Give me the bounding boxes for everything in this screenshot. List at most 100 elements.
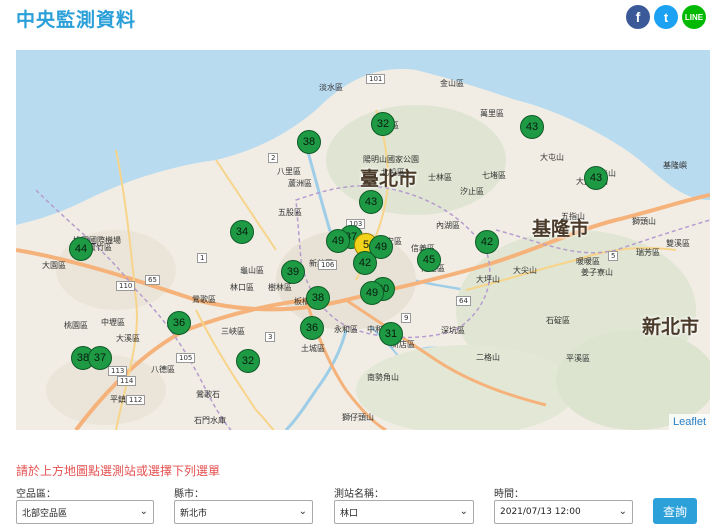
place-label: 姜子寮山	[581, 268, 613, 277]
chevron-down-icon: ⌄	[298, 506, 307, 517]
county-label: 縣市：	[174, 489, 204, 500]
place-label: 永和區	[334, 325, 358, 334]
station-name-select[interactable]: 林口 ⌄	[334, 500, 474, 524]
place-label: 鶯歌區	[192, 295, 216, 304]
station-marker[interactable]: 42	[475, 230, 499, 254]
place-label: 獅頭山	[632, 217, 656, 226]
place-label: 中壢區	[101, 318, 125, 327]
road-number-label: 65	[145, 275, 160, 285]
place-label: 大坪山	[476, 275, 500, 284]
station-marker[interactable]: 45	[417, 248, 441, 272]
place-label: 二格山	[476, 353, 500, 362]
place-label: 八里區	[277, 167, 301, 176]
place-label: 萬里區	[480, 109, 504, 118]
station-name-value: 林口	[340, 508, 359, 519]
air-quality-zone-value: 北部空品區	[22, 508, 68, 519]
place-label: 蘆洲區	[288, 179, 312, 188]
air-quality-zone-select[interactable]: 北部空品區 ⌄	[16, 500, 154, 524]
place-label: 石碇區	[546, 316, 570, 325]
station-name-label: 測站名稱：	[334, 489, 384, 500]
place-label: 瑞芳區	[636, 248, 660, 257]
time-label: 時間：	[494, 489, 524, 500]
place-label: 土城區	[301, 344, 325, 353]
road-number-label: 113	[108, 366, 128, 376]
station-marker[interactable]: 38	[306, 286, 330, 310]
station-marker[interactable]: 43	[359, 190, 383, 214]
road-number-label: 110	[116, 281, 136, 291]
place-label: 林口區	[230, 283, 254, 292]
station-marker[interactable]: 36	[300, 316, 324, 340]
line-share-button[interactable]: LINE	[682, 5, 706, 29]
place-label: 北投區	[381, 168, 405, 177]
chevron-down-icon: ⌄	[139, 506, 148, 517]
place-label: 基隆嶼	[663, 161, 687, 170]
place-label: 汐止區	[460, 187, 484, 196]
place-label: 石門水庫	[194, 416, 226, 425]
place-label: 士林區	[428, 173, 452, 182]
place-label: 獅仔頭山	[342, 413, 374, 422]
place-label: 五股區	[278, 208, 302, 217]
leaflet-attribution[interactable]: Leaflet	[668, 414, 710, 430]
page-title: 中央監測資料	[16, 9, 137, 31]
instruction-text: 請於上方地圖點選測站或選擇下列選單	[16, 464, 221, 478]
place-label: 七堵區	[482, 171, 506, 180]
station-name-field: 測站名稱： 林口 ⌄	[334, 485, 474, 524]
air-quality-zone-field: 空品區： 北部空品區 ⌄	[16, 485, 154, 524]
place-label: 暖暖區	[576, 257, 600, 266]
county-value: 新北市	[180, 508, 208, 519]
city-label: 新北市	[642, 316, 700, 338]
station-marker[interactable]: 49	[326, 229, 350, 253]
road-number-label: 5	[608, 251, 619, 261]
station-marker[interactable]: 49	[360, 281, 384, 305]
place-label: 大園區	[42, 261, 66, 270]
station-marker[interactable]: 36	[167, 311, 191, 335]
county-field: 縣市： 新北市 ⌄	[174, 485, 313, 524]
place-label: 雙溪區	[666, 239, 690, 248]
place-label: 大屯山	[540, 153, 564, 162]
station-marker[interactable]: 39	[281, 260, 305, 284]
road-number-label: 1	[197, 253, 208, 263]
station-map[interactable]: 臺北市基隆市新北市淡水區三芝區金山區萬里區大屯山陽明山國家公園北投區八里區士林區…	[16, 50, 710, 430]
twitter-share-button[interactable]: t	[654, 5, 678, 29]
place-label: 深坑區	[441, 326, 465, 335]
station-marker[interactable]: 31	[379, 322, 403, 346]
road-number-label: 64	[456, 296, 471, 306]
place-label: 鶯歌石	[196, 390, 220, 399]
road-number-label: 106	[318, 260, 338, 270]
station-marker[interactable]: 43	[520, 115, 544, 139]
station-marker[interactable]: 32	[371, 112, 395, 136]
county-select[interactable]: 新北市 ⌄	[174, 500, 313, 524]
station-marker[interactable]: 43	[584, 166, 608, 190]
time-select[interactable]: 2021/07/13 12:00 ⌄	[494, 500, 633, 524]
social-links: f t LINE	[626, 5, 706, 29]
place-label: 淡水區	[319, 83, 343, 92]
station-marker[interactable]: 42	[353, 251, 377, 275]
place-label: 樹林區	[268, 283, 292, 292]
place-label: 金山區	[440, 79, 464, 88]
place-label: 桃園區	[64, 321, 88, 330]
road-number-label: 114	[117, 376, 137, 386]
place-label: 龜山區	[240, 266, 264, 275]
station-marker[interactable]: 32	[236, 349, 260, 373]
facebook-share-button[interactable]: f	[626, 5, 650, 29]
road-number-label: 9	[401, 313, 412, 323]
time-value: 2021/07/13 12:00	[500, 507, 581, 517]
station-marker[interactable]: 38	[297, 130, 321, 154]
road-number-label: 101	[366, 74, 386, 84]
chevron-down-icon: ⌄	[459, 506, 468, 517]
station-marker[interactable]: 34	[230, 220, 254, 244]
place-label: 陽明山國家公園	[363, 155, 419, 164]
place-label: 五指山	[561, 212, 585, 221]
place-label: 八德區	[151, 365, 175, 374]
place-label: 大尖山	[513, 266, 537, 275]
air-quality-zone-label: 空品區：	[16, 489, 56, 500]
place-label: 三峽區	[221, 327, 245, 336]
station-marker[interactable]: 44	[69, 237, 93, 261]
place-label: 南勢角山	[367, 373, 399, 382]
station-marker[interactable]: 37	[88, 346, 112, 370]
chevron-down-icon: ⌄	[618, 506, 627, 517]
road-number-label: 105	[176, 353, 196, 363]
place-label: 平溪區	[566, 354, 590, 363]
road-number-label: 3	[265, 332, 276, 342]
search-button[interactable]: 查詢	[653, 498, 697, 524]
